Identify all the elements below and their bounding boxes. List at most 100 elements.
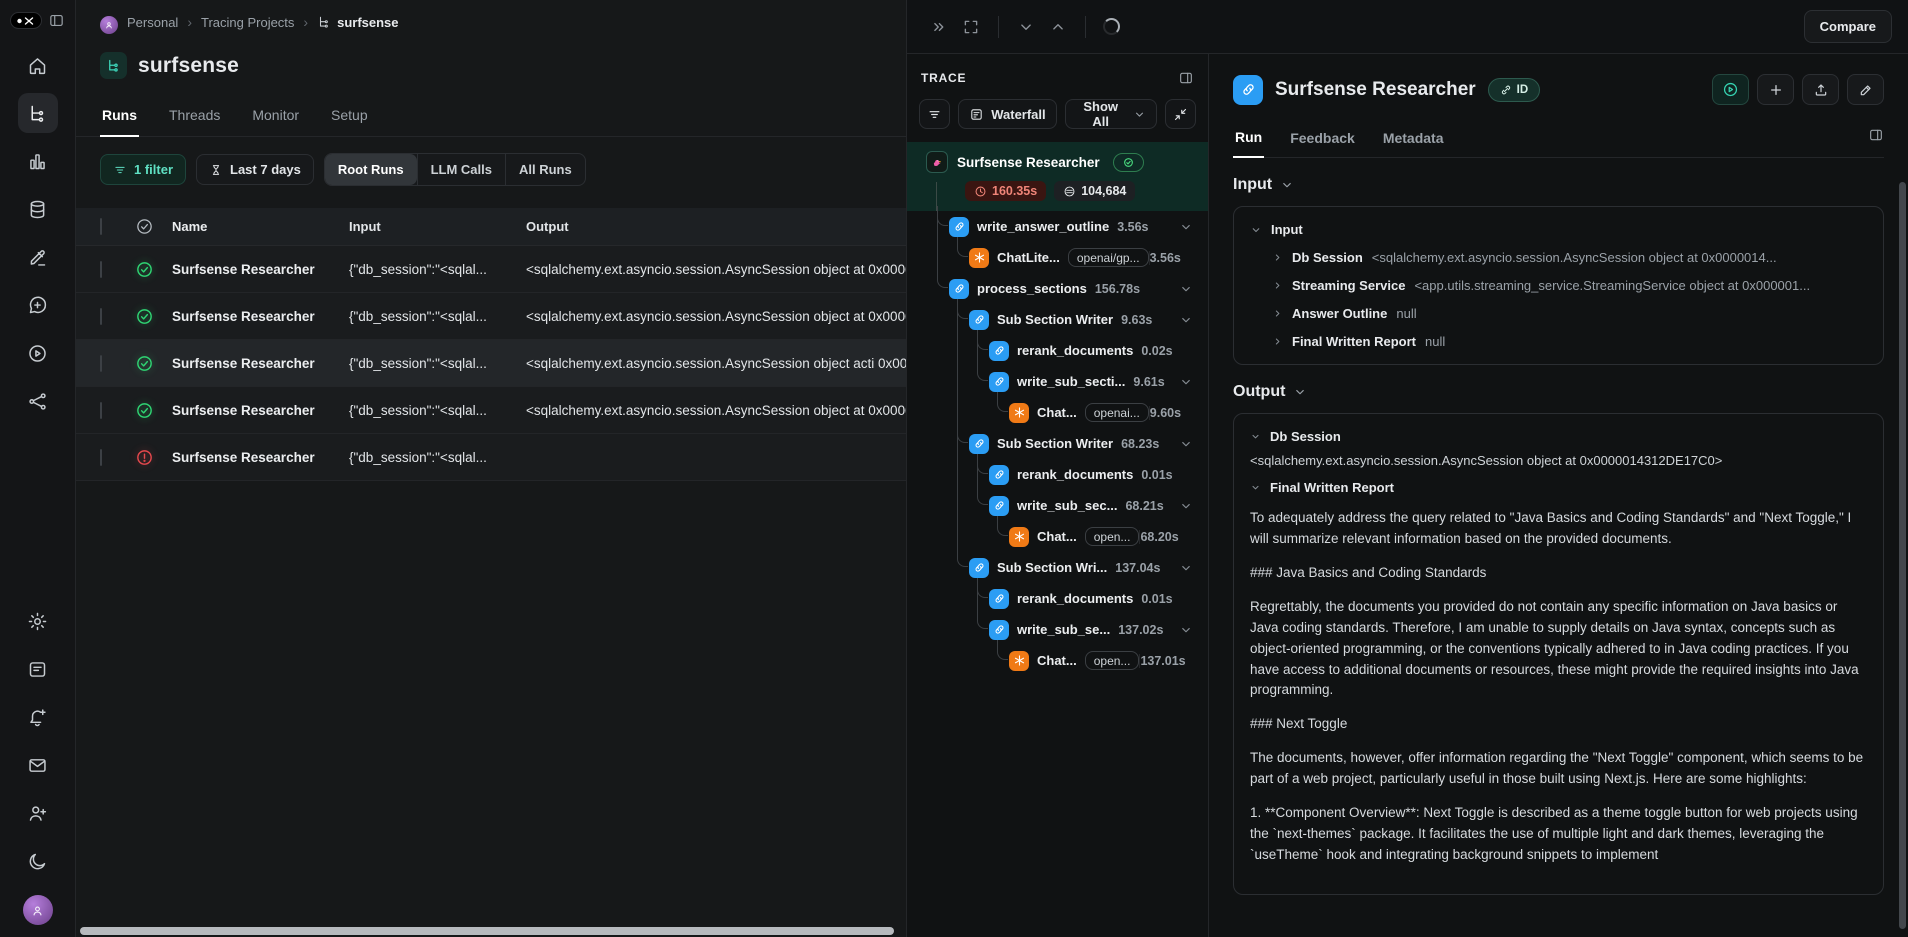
sidebar-item-pencil[interactable] bbox=[18, 237, 58, 277]
user-avatar[interactable] bbox=[23, 895, 53, 925]
tab-setup[interactable]: Setup bbox=[329, 97, 370, 136]
trace-node[interactable]: Sub Section Writer68.23s bbox=[907, 428, 1208, 459]
table-row[interactable]: Surfsense Researcher {"db_session":"<sql… bbox=[76, 387, 906, 434]
llm-run-icon bbox=[1009, 403, 1029, 423]
row-checkbox[interactable] bbox=[100, 261, 102, 278]
collapse-panel-icon[interactable] bbox=[925, 13, 953, 41]
table-row[interactable]: Surfsense Researcher {"db_session":"<sql… bbox=[76, 293, 906, 340]
annotate-button[interactable] bbox=[1847, 74, 1884, 105]
chevron-down-icon[interactable] bbox=[1179, 499, 1193, 513]
trace-node[interactable]: Chat...open...137.01s bbox=[907, 645, 1208, 676]
workspace-avatar[interactable] bbox=[100, 16, 118, 34]
trace-node[interactable]: ChatLite...openai/gp...3.56s bbox=[907, 242, 1208, 273]
chevron-down-icon[interactable] bbox=[1179, 561, 1193, 575]
sidebar-item-database[interactable] bbox=[18, 189, 58, 229]
chevron-down-icon[interactable] bbox=[1179, 220, 1193, 234]
sidebar-item-moon[interactable] bbox=[18, 841, 58, 881]
trace-node[interactable]: write_sub_se...137.02s bbox=[907, 614, 1208, 645]
output-entry-header[interactable]: Final Written Report bbox=[1250, 480, 1867, 495]
tab-runs[interactable]: Runs bbox=[100, 97, 139, 137]
sidebar-item-home[interactable] bbox=[18, 45, 58, 85]
date-range-button[interactable]: Last 7 days bbox=[196, 154, 314, 185]
column-header-output[interactable]: Output bbox=[526, 219, 906, 234]
table-row[interactable]: Surfsense Researcher {"db_session":"<sql… bbox=[76, 246, 906, 293]
input-section-header[interactable]: Input bbox=[1233, 176, 1884, 194]
segment-all-runs[interactable]: All Runs bbox=[505, 154, 585, 185]
sidebar-item-bell-plus[interactable] bbox=[18, 697, 58, 737]
detail-panel-toggle-icon[interactable] bbox=[1868, 127, 1884, 143]
segment-root-runs[interactable]: Root Runs bbox=[325, 154, 417, 185]
chevron-down-icon[interactable] bbox=[1179, 437, 1193, 451]
sidebar-item-chart[interactable] bbox=[18, 141, 58, 181]
chevron-down-icon[interactable] bbox=[1179, 623, 1193, 637]
langsmith-logo[interactable] bbox=[10, 12, 42, 29]
compare-button[interactable]: Compare bbox=[1804, 10, 1892, 43]
trace-node[interactable]: process_sections156.78s bbox=[907, 273, 1208, 304]
detail-tab-feedback[interactable]: Feedback bbox=[1288, 122, 1357, 157]
trace-node[interactable]: Sub Section Wri...137.04s bbox=[907, 552, 1208, 583]
trace-root-node[interactable]: Surfsense Researcher 160.35s 104,684 bbox=[907, 142, 1208, 211]
trace-node[interactable]: Chat...open...68.20s bbox=[907, 521, 1208, 552]
trace-node[interactable]: rerank_documents0.02s bbox=[907, 335, 1208, 366]
trace-node[interactable]: Sub Section Writer9.63s bbox=[907, 304, 1208, 335]
column-header-name[interactable]: Name bbox=[172, 219, 349, 234]
sidebar-item-comment-plus[interactable] bbox=[18, 285, 58, 325]
filter-button[interactable]: 1 filter bbox=[100, 154, 186, 185]
input-entry[interactable]: Answer Outline null bbox=[1272, 306, 1867, 321]
row-checkbox[interactable] bbox=[100, 355, 102, 372]
waterfall-view-button[interactable]: Waterfall bbox=[958, 99, 1056, 129]
breadcrumb-personal[interactable]: Personal bbox=[127, 15, 178, 30]
sidebar-item-play-circle[interactable] bbox=[18, 333, 58, 373]
breadcrumb-project[interactable]: surfsense bbox=[317, 15, 398, 30]
detail-tab-metadata[interactable]: Metadata bbox=[1381, 122, 1446, 157]
table-row[interactable]: Surfsense Researcher {"db_session":"<sql… bbox=[76, 340, 906, 387]
trace-node[interactable]: rerank_documents0.01s bbox=[907, 459, 1208, 490]
show-all-dropdown[interactable]: Show All bbox=[1065, 99, 1157, 129]
input-entry[interactable]: Final Written Report null bbox=[1272, 334, 1867, 349]
output-entry-header[interactable]: Db Session bbox=[1250, 429, 1867, 444]
sidebar-toggle-icon[interactable] bbox=[48, 12, 65, 29]
row-checkbox[interactable] bbox=[100, 402, 102, 419]
breadcrumb-tracing-projects[interactable]: Tracing Projects bbox=[201, 15, 294, 30]
input-entry[interactable]: Streaming Service <app.utils.streaming_s… bbox=[1272, 278, 1867, 293]
row-checkbox[interactable] bbox=[100, 449, 102, 466]
column-header-input[interactable]: Input bbox=[349, 219, 526, 234]
tab-threads[interactable]: Threads bbox=[167, 97, 222, 136]
expand-fullscreen-icon[interactable] bbox=[957, 13, 985, 41]
sidebar-item-trace[interactable] bbox=[18, 93, 58, 133]
chain-run-icon bbox=[969, 310, 989, 330]
sidebar-item-user-plus[interactable] bbox=[18, 793, 58, 833]
row-checkbox[interactable] bbox=[100, 308, 102, 325]
select-all-checkbox[interactable] bbox=[100, 218, 102, 235]
chevron-down-icon[interactable] bbox=[1179, 282, 1193, 296]
prev-run-icon[interactable] bbox=[1012, 13, 1040, 41]
sidebar-item-share-nodes[interactable] bbox=[18, 381, 58, 421]
sidebar-item-mail[interactable] bbox=[18, 745, 58, 785]
input-entry[interactable]: Db Session <sqlalchemy.ext.asyncio.sessi… bbox=[1272, 250, 1867, 265]
chevron-down-icon[interactable] bbox=[1179, 375, 1193, 389]
horizontal-scrollbar[interactable] bbox=[80, 927, 894, 935]
add-to-dataset-button[interactable] bbox=[1757, 74, 1794, 105]
collapse-all-button[interactable] bbox=[1165, 99, 1196, 129]
chevron-down-icon[interactable] bbox=[1179, 313, 1193, 327]
vertical-scrollbar[interactable] bbox=[1899, 182, 1906, 929]
run-id-badge[interactable]: ID bbox=[1488, 78, 1541, 102]
input-group-row[interactable]: Input bbox=[1250, 222, 1867, 237]
next-run-icon[interactable] bbox=[1044, 13, 1072, 41]
trace-filter-button[interactable] bbox=[919, 99, 950, 129]
trace-node[interactable]: write_answer_outline3.56s bbox=[907, 211, 1208, 242]
tab-monitor[interactable]: Monitor bbox=[250, 97, 301, 136]
detail-tab-run[interactable]: Run bbox=[1233, 121, 1264, 158]
segment-llm-calls[interactable]: LLM Calls bbox=[417, 154, 505, 185]
table-row[interactable]: Surfsense Researcher {"db_session":"<sql… bbox=[76, 434, 906, 481]
open-in-playground-button[interactable] bbox=[1712, 74, 1749, 105]
trace-panel-toggle-icon[interactable] bbox=[1178, 70, 1194, 86]
sidebar-item-gear[interactable] bbox=[18, 601, 58, 641]
output-section-header[interactable]: Output bbox=[1233, 383, 1884, 401]
trace-node[interactable]: rerank_documents0.01s bbox=[907, 583, 1208, 614]
trace-node[interactable]: Chat...openai...9.60s bbox=[907, 397, 1208, 428]
trace-node[interactable]: write_sub_secti...9.61s bbox=[907, 366, 1208, 397]
share-run-button[interactable] bbox=[1802, 74, 1839, 105]
trace-node[interactable]: write_sub_sec...68.21s bbox=[907, 490, 1208, 521]
sidebar-item-form[interactable] bbox=[18, 649, 58, 689]
